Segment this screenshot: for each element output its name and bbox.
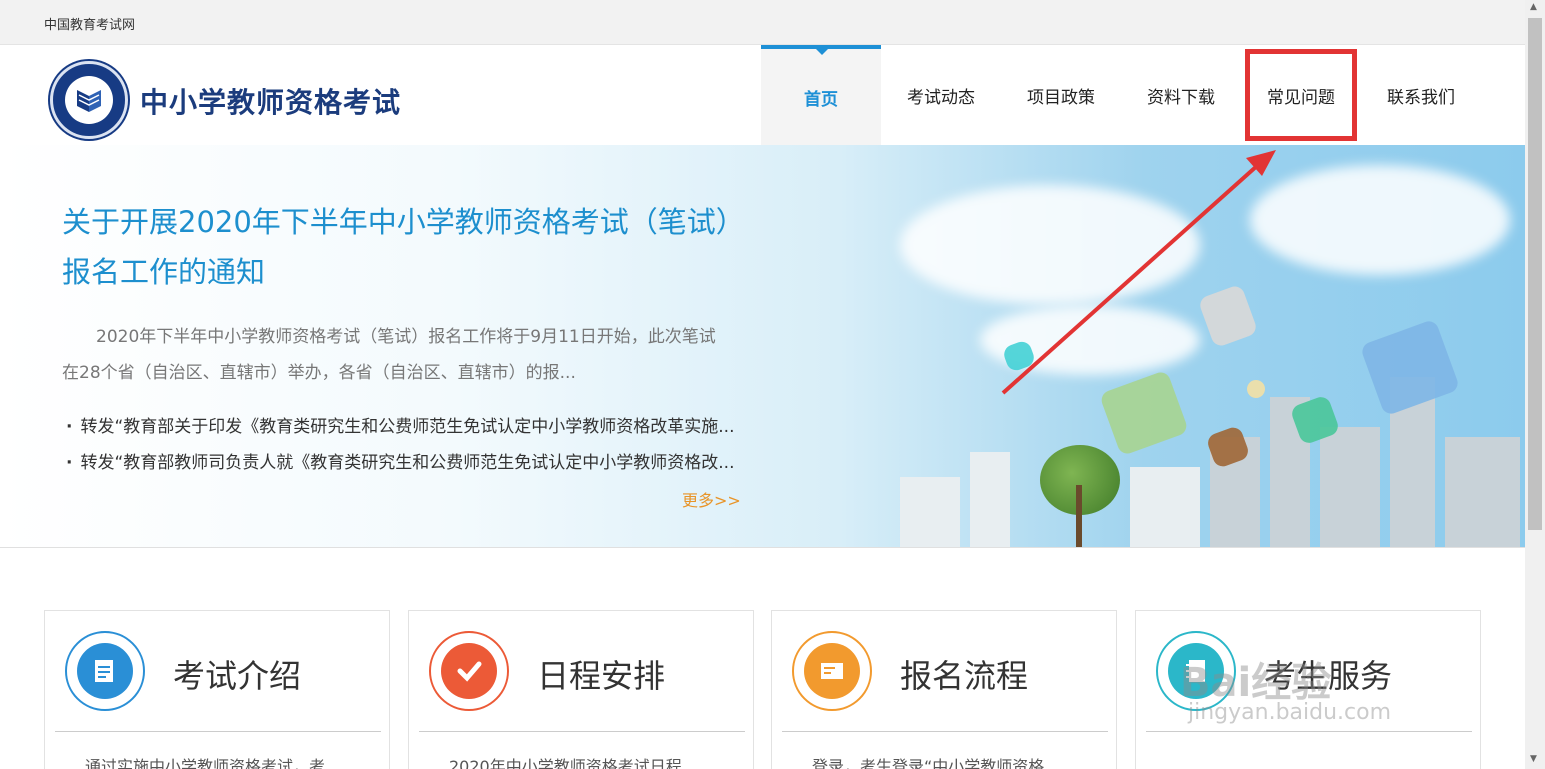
building-shape bbox=[900, 477, 960, 547]
card-icon-frame bbox=[65, 631, 145, 711]
nav-item-exam-news[interactable]: 考试动态 bbox=[881, 45, 1001, 145]
piano-cube-icon bbox=[1197, 283, 1259, 349]
document-edit-icon bbox=[77, 643, 133, 699]
cube-icon bbox=[1244, 377, 1268, 401]
top-bar: 中国教育考试网 bbox=[0, 0, 1525, 45]
watermark-url: jingyan.baidu.com bbox=[1188, 700, 1392, 725]
scroll-up-icon[interactable]: ▲ bbox=[1530, 2, 1537, 12]
card-schedule[interactable]: 日程安排 2020年中小学教师资格考试日程 bbox=[408, 610, 754, 769]
card-text: 2020年中小学教师资格考试日程 bbox=[449, 757, 682, 769]
card-text: 登录，考生登录“中小学教师资格 bbox=[812, 757, 1045, 769]
form-edit-icon bbox=[804, 643, 860, 699]
nav-item-policy[interactable]: 项目政策 bbox=[1001, 45, 1121, 145]
card-divider bbox=[782, 731, 1108, 732]
page: 中国教育考试网 中小学教师资格考试 首页 考试动态 项目政策 资料下载 常见问题… bbox=[0, 0, 1545, 769]
news-item[interactable]: 转发“教育部关于印发《教育类研究生和公费师范生免试认定中小学教师资格改革实施..… bbox=[66, 409, 766, 445]
scroll-down-icon[interactable]: ▼ bbox=[1530, 754, 1537, 764]
tree-trunk bbox=[1076, 485, 1082, 547]
building-shape bbox=[970, 452, 1010, 547]
section-divider bbox=[0, 547, 1525, 548]
card-divider bbox=[1146, 731, 1472, 732]
cloud-shape bbox=[900, 185, 1200, 305]
header: 中小学教师资格考试 首页 考试动态 项目政策 资料下载 常见问题 联系我们 bbox=[0, 45, 1525, 145]
site-title[interactable]: 中小学教师资格考试 bbox=[140, 81, 401, 121]
main-nav: 首页 考试动态 项目政策 资料下载 常见问题 联系我们 bbox=[761, 45, 1481, 145]
more-link[interactable]: 更多>> bbox=[682, 487, 741, 511]
building-shape bbox=[1130, 467, 1200, 547]
card-registration-process[interactable]: 报名流程 登录，考生登录“中小学教师资格 bbox=[771, 610, 1117, 769]
logo-emblem-icon[interactable] bbox=[50, 61, 128, 139]
checkmark-icon bbox=[441, 643, 497, 699]
building-shape bbox=[1445, 437, 1520, 547]
card-divider bbox=[419, 731, 745, 732]
card-title: 考试介绍 bbox=[173, 657, 302, 695]
vertical-scrollbar[interactable]: ▲ ▼ bbox=[1525, 0, 1545, 769]
headline-link[interactable]: 关于开展2020年下半年中小学教师资格考试（笔试）报名工作的通知 bbox=[62, 197, 732, 297]
building-shape bbox=[1320, 427, 1380, 547]
news-item[interactable]: 转发“教育部教师司负责人就《教育类研究生和公费师范生免试认定中小学教师资格改..… bbox=[66, 445, 766, 481]
nav-item-downloads[interactable]: 资料下载 bbox=[1121, 45, 1241, 145]
card-text: 通过实施中小学教师资格考试，考 bbox=[85, 757, 326, 769]
site-link[interactable]: 中国教育考试网 bbox=[44, 14, 135, 33]
hero-banner: 关于开展2020年下半年中小学教师资格考试（笔试）报名工作的通知 2020年下半… bbox=[0, 145, 1525, 547]
news-list: 转发“教育部关于印发《教育类研究生和公费师范生免试认定中小学教师资格改革实施..… bbox=[66, 409, 766, 481]
card-title: 报名流程 bbox=[900, 657, 1029, 695]
cube-icon bbox=[1098, 369, 1190, 457]
scrollbar-thumb[interactable] bbox=[1528, 18, 1542, 530]
headline-summary: 2020年下半年中小学教师资格考试（笔试）报名工作将于9月11日开始，此次笔试在… bbox=[62, 327, 716, 383]
cloud-shape bbox=[1250, 165, 1510, 275]
nav-item-contact[interactable]: 联系我们 bbox=[1361, 45, 1481, 145]
card-icon-frame bbox=[429, 631, 509, 711]
card-exam-intro[interactable]: 考试介绍 通过实施中小学教师资格考试，考 bbox=[44, 610, 390, 769]
card-icon-frame bbox=[792, 631, 872, 711]
book-icon bbox=[77, 90, 101, 112]
nav-item-home[interactable]: 首页 bbox=[761, 45, 881, 145]
music-cube-icon bbox=[1359, 318, 1461, 417]
card-divider bbox=[55, 731, 381, 732]
nav-item-faq[interactable]: 常见问题 bbox=[1241, 45, 1361, 145]
card-title: 日程安排 bbox=[537, 657, 666, 695]
